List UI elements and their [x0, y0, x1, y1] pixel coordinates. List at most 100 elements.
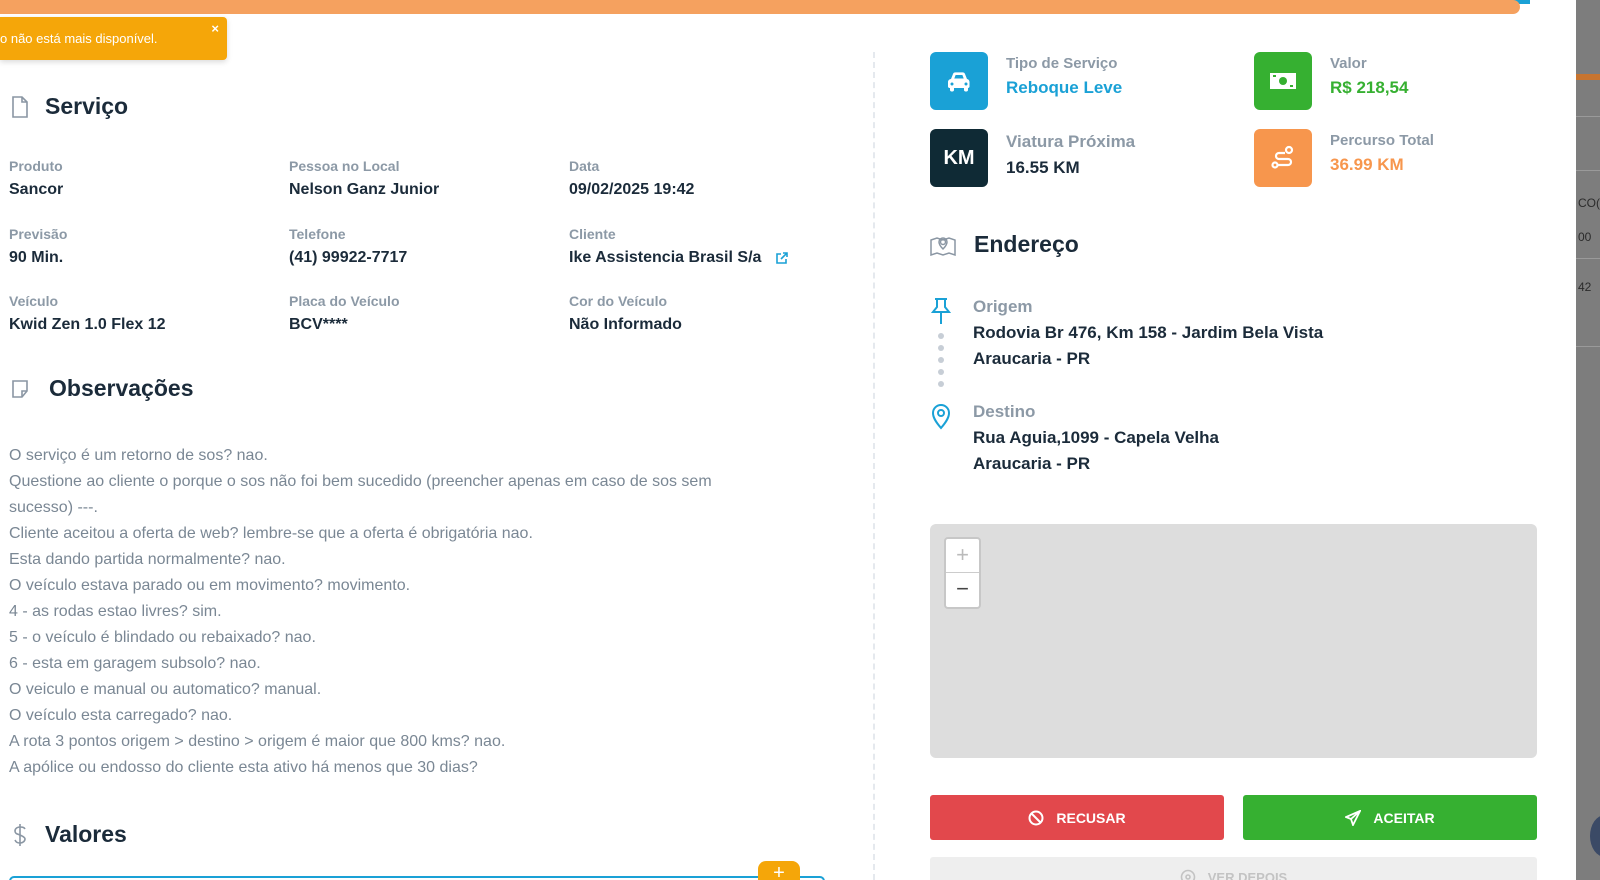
toast-close-button[interactable]: ×	[211, 21, 219, 36]
document-icon	[9, 95, 31, 118]
background-divider	[1576, 170, 1600, 171]
info-value: 36.99 KM	[1330, 155, 1404, 174]
field-value: Nelson Ganz Junior	[289, 181, 440, 198]
field-veiculo: Veículo Kwid Zen 1.0 Flex 12	[9, 293, 166, 334]
field-cliente: Cliente Ike Assistencia Brasil S/a	[569, 226, 789, 267]
field-value: Não Informado	[569, 316, 682, 333]
info-percurso-total: Percurso Total 36.99 KM	[1254, 129, 1434, 187]
section-title-text: Valores	[45, 821, 127, 847]
address-line: Rua Aguia,1099 - Capela Velha	[973, 428, 1219, 447]
observation-line: Esta dando partida normalmente? nao.	[9, 551, 286, 568]
field-telefone: Telefone (41) 99922-7717	[289, 226, 407, 267]
paper-plane-icon	[1345, 809, 1362, 826]
column-divider	[873, 52, 875, 880]
field-label: Data	[569, 158, 600, 174]
field-value: 90 Min.	[9, 249, 64, 266]
map-zoom-control: + −	[944, 537, 981, 609]
address-line: Rodovia Br 476, Km 158 - Jardim Bela Vis…	[973, 323, 1324, 342]
eye-icon	[1180, 869, 1196, 880]
field-value: BCV****	[289, 316, 348, 333]
field-value: Kwid Zen 1.0 Flex 12	[9, 316, 166, 333]
see-later-button-label: VER DEPOIS	[1207, 869, 1288, 880]
info-label: Viatura Próxima	[1006, 132, 1136, 151]
observation-line: sucesso) ---.	[9, 499, 98, 516]
section-title-text: Serviço	[45, 93, 129, 119]
external-link-icon[interactable]	[775, 251, 789, 265]
field-value: Sancor	[9, 181, 64, 198]
field-label: Produto	[9, 158, 63, 174]
toast-message: o não está mais disponível.	[0, 31, 158, 46]
info-tipo-servico: Tipo de Serviço Reboque Leve	[930, 52, 1122, 110]
info-viatura-proxima: KM Viatura Próxima 16.55 KM	[930, 129, 1135, 187]
add-valor-button[interactable]: +	[758, 861, 800, 880]
field-value: Ike Assistencia Brasil S/a	[569, 249, 789, 267]
zoom-in-button[interactable]: +	[946, 539, 979, 573]
refuse-button-label: RECUSAR	[1056, 809, 1126, 826]
field-label: Pessoa no Local	[289, 158, 400, 174]
address-city: Araucaria - PR	[973, 454, 1091, 473]
observation-line: O serviço é um retorno de sos? nao.	[9, 447, 268, 464]
info-value: R$ 218,54	[1330, 78, 1409, 97]
section-title-endereco: Endereço	[930, 231, 1079, 258]
progress-bar	[0, 0, 1600, 15]
background-text: CO(S	[1578, 196, 1600, 210]
field-value: 09/02/2025 19:42	[569, 181, 695, 198]
section-title-text: Endereço	[974, 231, 1079, 257]
field-label: Telefone	[289, 226, 346, 242]
background-divider	[1576, 258, 1600, 259]
observation-line: 6 - esta em garagem subsolo? nao.	[9, 655, 261, 672]
observation-line: 4 - as rodas estao livres? sim.	[9, 603, 222, 620]
observation-line: Cliente aceitou a oferta de web? lembre-…	[9, 525, 533, 542]
observation-line: 5 - o veículo é blindado ou rebaixado? n…	[9, 629, 316, 646]
accept-button-label: ACEITAR	[1373, 809, 1435, 826]
see-later-button[interactable]: VER DEPOIS	[930, 857, 1537, 880]
info-label: Percurso Total	[1330, 132, 1434, 149]
valores-card	[9, 876, 825, 880]
background-chat-button[interactable]	[1590, 815, 1600, 857]
refuse-button[interactable]: RECUSAR	[930, 795, 1224, 840]
background-page: CO(S 00 42	[1576, 0, 1600, 880]
info-value: Reboque Leve	[1006, 78, 1123, 97]
km-icon: KM	[930, 129, 988, 187]
map-view[interactable]: + −	[930, 524, 1537, 758]
route-dots	[938, 333, 944, 393]
field-cor: Cor do Veículo Não Informado	[569, 293, 682, 334]
map-icon	[930, 234, 956, 256]
field-label: Cliente	[569, 226, 616, 242]
address-city: Araucaria - PR	[973, 349, 1091, 368]
field-label: Previsão	[9, 226, 68, 242]
info-label: Tipo de Serviço	[1006, 55, 1118, 72]
background-divider	[1576, 116, 1600, 117]
address-label: Destino	[973, 402, 1036, 421]
zoom-out-button[interactable]: −	[946, 573, 979, 607]
toast-notification: o não está mais disponível. ×	[0, 17, 227, 60]
progress-bar-fill	[0, 0, 1520, 14]
field-data: Data 09/02/2025 19:42	[569, 158, 694, 199]
money-icon	[1254, 52, 1312, 110]
field-label: Veículo	[9, 293, 59, 309]
ban-icon	[1028, 810, 1044, 826]
dollar-icon	[9, 823, 31, 846]
note-icon	[9, 378, 31, 400]
observation-line: O veiculo e manual ou automatico? manual…	[9, 681, 322, 698]
field-placa: Placa do Veículo BCV****	[289, 293, 400, 334]
info-label: Valor	[1330, 55, 1367, 72]
accept-button[interactable]: ACEITAR	[1243, 795, 1537, 840]
address-label: Origem	[973, 297, 1033, 316]
route-icon	[1254, 129, 1312, 187]
background-text: 42	[1578, 280, 1592, 294]
observation-line: O veículo estava parado ou em movimento?…	[9, 577, 411, 594]
observation-line: O veículo esta carregado? nao.	[9, 707, 233, 724]
info-valor: Valor R$ 218,54	[1254, 52, 1408, 110]
car-icon	[930, 52, 988, 110]
background-text: 00	[1578, 230, 1592, 244]
field-pessoa-no-local: Pessoa no Local Nelson Ganz Junior	[289, 158, 439, 199]
observation-line: Questione ao cliente o porque o sos não …	[9, 473, 712, 490]
field-value: (41) 99922-7717	[289, 249, 408, 266]
section-title-servico: Serviço	[9, 93, 128, 120]
background-accent	[1576, 74, 1600, 80]
pushpin-icon	[930, 297, 952, 324]
field-produto: Produto Sancor	[9, 158, 63, 199]
location-pin-icon	[930, 402, 952, 430]
field-label: Placa do Veículo	[289, 293, 400, 309]
